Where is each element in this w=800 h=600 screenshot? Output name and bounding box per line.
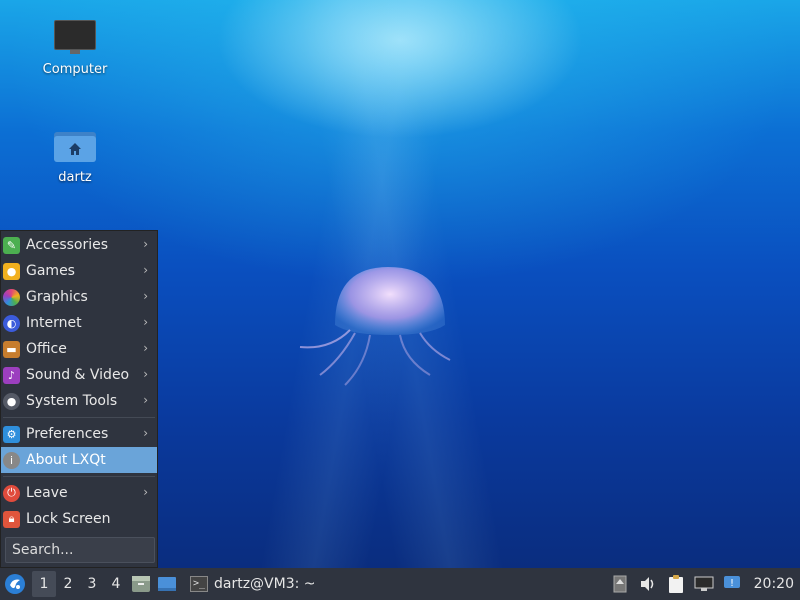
desktop-switch-4[interactable]: 4 <box>104 571 128 597</box>
menu-item-label: Internet <box>26 315 82 331</box>
tray-volume[interactable] <box>634 570 662 598</box>
task-label: dartz@VM3: ~ <box>214 576 316 592</box>
sound-video-icon: ♪ <box>3 366 20 384</box>
desktop-icon-label: dartz <box>58 170 92 185</box>
menu-item-label: Games <box>26 263 75 279</box>
chevron-right-icon: › <box>143 237 148 251</box>
show-desktop-icon <box>158 577 176 591</box>
home-folder-icon <box>54 128 96 164</box>
file-manager-icon <box>132 576 150 592</box>
system-tray: ! 20:20 <box>606 570 800 598</box>
lxqt-logo-icon <box>5 574 25 594</box>
menu-item-label: Leave <box>26 485 68 501</box>
power-icon: ⏻ <box>3 484 20 502</box>
chevron-right-icon: › <box>143 367 148 381</box>
menu-item-label: Office <box>26 341 67 357</box>
info-icon: i <box>3 451 20 469</box>
start-menu-button[interactable] <box>0 568 30 600</box>
taskbar-task-terminal[interactable]: >_ dartz@VM3: ~ <box>184 570 322 598</box>
clipboard-icon <box>668 575 683 593</box>
menu-item-sound-video[interactable]: ♪ Sound & Video › <box>1 362 157 388</box>
menu-item-preferences[interactable]: ⚙ Preferences › <box>1 421 157 447</box>
updates-icon <box>613 575 627 593</box>
accessories-icon: ✎ <box>3 236 20 254</box>
menu-item-lock-screen[interactable]: 🔒︎ Lock Screen <box>1 506 157 532</box>
desktop-icon-label: Computer <box>42 62 108 77</box>
internet-icon: ◐ <box>3 314 20 332</box>
chevron-right-icon: › <box>143 341 148 355</box>
notification-icon: ! <box>723 576 740 589</box>
tray-clipboard[interactable] <box>662 570 690 598</box>
menu-item-graphics[interactable]: Graphics › <box>1 284 157 310</box>
chevron-right-icon: › <box>143 289 148 303</box>
menu-item-leave[interactable]: ⏻ Leave › <box>1 480 157 506</box>
preferences-icon: ⚙ <box>3 425 20 443</box>
lock-icon: 🔒︎ <box>3 510 20 528</box>
menu-item-system-tools[interactable]: ● System Tools › <box>1 388 157 414</box>
menu-item-label: Graphics <box>26 289 88 305</box>
menu-search-input[interactable]: Search... <box>5 537 155 563</box>
menu-item-about-lxqt[interactable]: i About LXQt <box>1 447 157 473</box>
office-icon: ▬ <box>3 340 20 358</box>
chevron-right-icon: › <box>143 315 148 329</box>
svg-text:!: ! <box>730 578 734 589</box>
chevron-right-icon: › <box>143 426 148 440</box>
graphics-icon <box>3 288 20 306</box>
computer-icon <box>54 20 96 56</box>
system-tools-icon: ● <box>3 392 20 410</box>
menu-item-label: System Tools <box>26 393 118 409</box>
menu-item-games[interactable]: ● Games › <box>1 258 157 284</box>
clock[interactable]: 20:20 <box>746 576 800 592</box>
desktop-switch-1[interactable]: 1 <box>32 571 56 597</box>
games-icon: ● <box>3 262 20 280</box>
menu-item-label: About LXQt <box>26 452 106 468</box>
menu-item-label: Accessories <box>26 237 109 253</box>
chevron-right-icon: › <box>143 485 148 499</box>
menu-separator <box>3 476 155 477</box>
tray-notifications[interactable]: ! <box>718 570 746 598</box>
menu-separator <box>3 417 155 418</box>
wallpaper-jellyfish <box>299 267 451 386</box>
terminal-icon: >_ <box>190 576 208 592</box>
tray-updates[interactable] <box>606 570 634 598</box>
quicklaunch-show-desktop[interactable] <box>154 571 180 597</box>
desktop-icon-computer[interactable]: Computer <box>30 20 120 77</box>
quicklaunch-file-manager[interactable] <box>128 571 154 597</box>
volume-icon <box>640 577 653 591</box>
menu-item-internet[interactable]: ◐ Internet › <box>1 310 157 336</box>
menu-item-label: Sound & Video <box>26 367 130 383</box>
application-menu: ✎ Accessories › ● Games › Graphics › ◐ I… <box>0 230 158 568</box>
taskbar: 1 2 3 4 >_ dartz@VM3: ~ ! 20:20 <box>0 568 800 600</box>
menu-item-label: Preferences <box>26 426 109 442</box>
network-icon <box>694 576 714 591</box>
desktop-icon-home[interactable]: dartz <box>30 128 120 185</box>
menu-item-office[interactable]: ▬ Office › <box>1 336 157 362</box>
desktop-switch-2[interactable]: 2 <box>56 571 80 597</box>
chevron-right-icon: › <box>143 393 148 407</box>
menu-item-label: Lock Screen <box>26 511 111 527</box>
chevron-right-icon: › <box>143 263 148 277</box>
tray-network[interactable] <box>690 570 718 598</box>
menu-item-accessories[interactable]: ✎ Accessories › <box>1 232 157 258</box>
desktop-switch-3[interactable]: 3 <box>80 571 104 597</box>
